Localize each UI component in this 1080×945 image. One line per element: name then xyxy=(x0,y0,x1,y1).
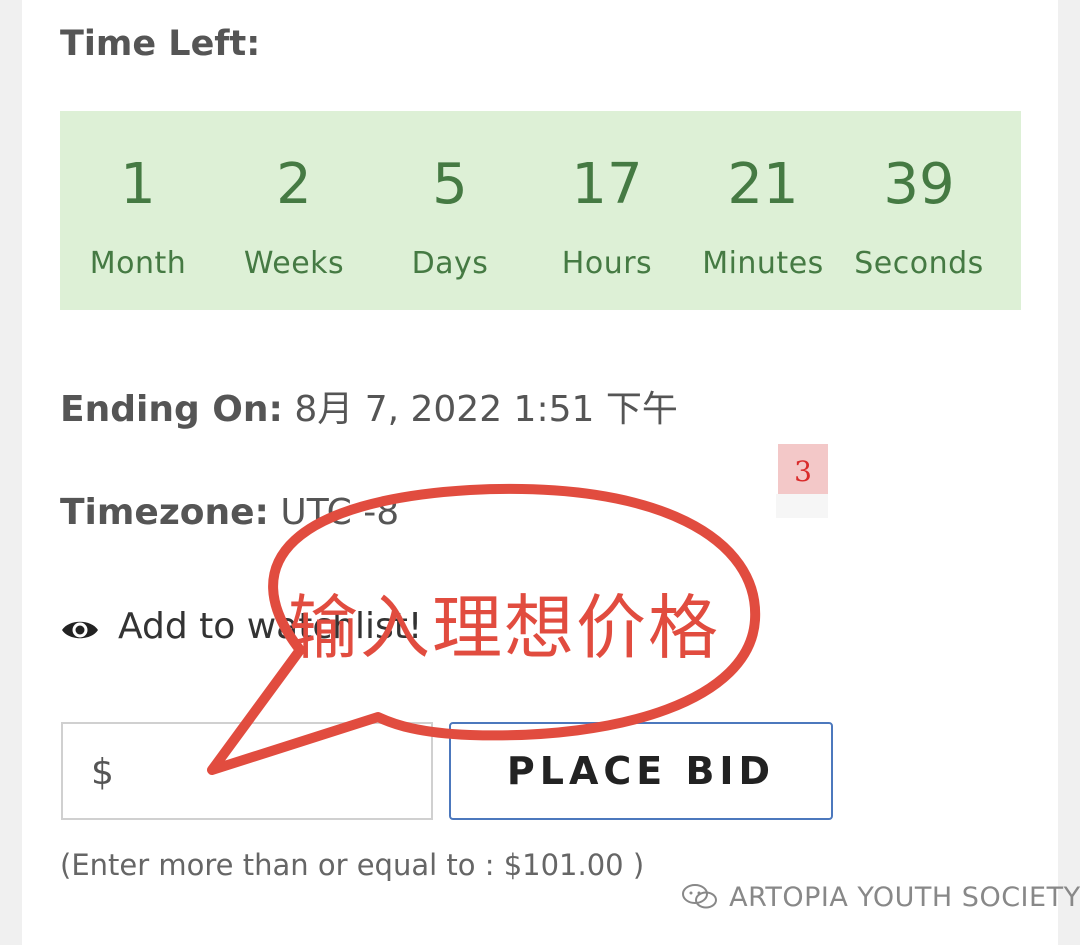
countdown-month: 1 Month xyxy=(63,111,213,310)
countdown-weeks: 2 Weeks xyxy=(219,111,369,310)
watermark: ARTOPIA YOUTH SOCIETY xyxy=(680,882,1080,913)
countdown-value: 21 xyxy=(727,152,799,217)
time-left-label: Time Left: xyxy=(60,24,261,64)
ending-on-value: 8月 7, 2022 1:51 下午 xyxy=(294,389,678,430)
countdown-days: 5 Days xyxy=(375,111,525,310)
countdown-unit: Seconds xyxy=(854,246,984,281)
countdown-seconds: 39 Seconds xyxy=(844,111,994,310)
countdown-hours: 17 Hours xyxy=(532,111,682,310)
countdown-unit: Month xyxy=(89,246,187,281)
bid-amount-field[interactable]: $ xyxy=(61,722,433,820)
countdown-unit: Weeks xyxy=(243,246,345,281)
bid-amount-input[interactable] xyxy=(133,744,417,802)
ending-on-row: Ending On: 8月 7, 2022 1:51 下午 xyxy=(60,380,678,432)
timezone-row: Timezone: UTC -8 xyxy=(60,492,399,533)
eye-icon xyxy=(62,621,98,639)
countdown-minutes: 21 Minutes xyxy=(688,111,838,310)
currency-symbol: $ xyxy=(91,752,114,793)
countdown-value: 2 xyxy=(276,152,312,217)
ending-on-label: Ending On: xyxy=(60,389,283,430)
step-number-badge: 3 xyxy=(778,444,828,494)
countdown-value: 1 xyxy=(120,152,156,217)
callout-text: 输入理想价格 xyxy=(288,587,720,669)
countdown-unit: Hours xyxy=(561,246,653,281)
place-bid-button[interactable]: PLACE BID xyxy=(449,722,833,820)
timezone-label: Timezone: xyxy=(60,492,269,533)
timezone-value: UTC -8 xyxy=(280,492,400,533)
countdown-unit: Days xyxy=(411,246,489,281)
watermark-text: ARTOPIA YOUTH SOCIETY xyxy=(729,882,1080,913)
countdown-panel: 1 Month 2 Weeks 5 Days 17 Hours 21 Minut… xyxy=(60,111,1021,310)
bid-minimum-hint: (Enter more than or equal to : $101.00 ) xyxy=(60,848,645,882)
badge-shadow xyxy=(776,494,828,518)
countdown-value: 5 xyxy=(432,152,468,217)
countdown-value: 17 xyxy=(571,152,643,217)
countdown-value: 39 xyxy=(883,152,955,217)
countdown-unit: Minutes xyxy=(702,246,824,281)
wechat-icon xyxy=(682,884,717,909)
